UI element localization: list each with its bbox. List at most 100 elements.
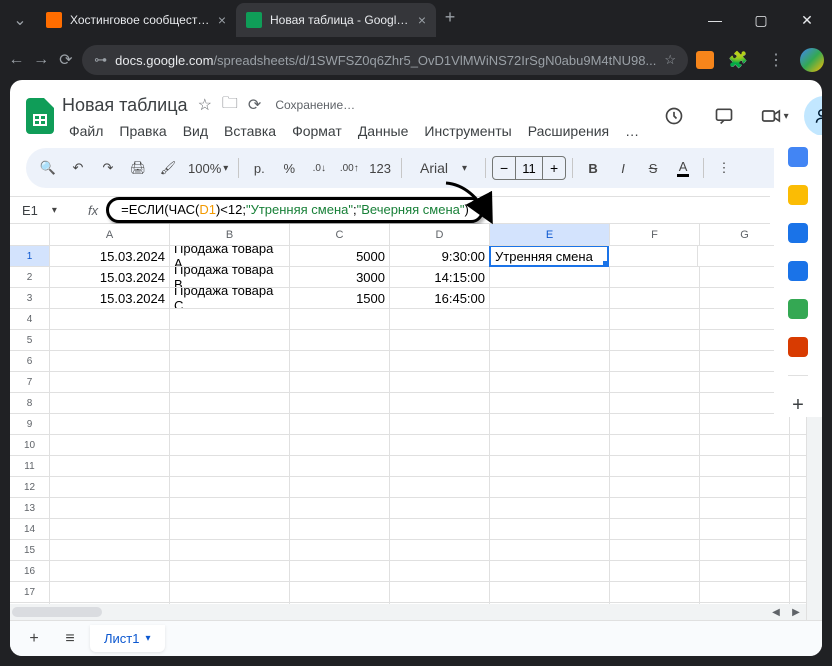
cell[interactable] (610, 498, 700, 518)
cell[interactable] (290, 561, 390, 581)
cell[interactable] (490, 393, 610, 413)
menu-extensions[interactable]: Расширения (521, 121, 616, 141)
cell[interactable]: 15.03.2024 (50, 267, 170, 287)
cell[interactable] (50, 435, 170, 455)
tasks-icon[interactable] (788, 223, 808, 243)
cell[interactable] (170, 498, 290, 518)
zoom-dropdown[interactable]: 100%▾ (184, 154, 232, 182)
office-icon[interactable] (788, 337, 808, 357)
meet-button[interactable]: ▾ (754, 96, 794, 136)
browser-tab[interactable]: Хостинговое сообщество «Tin × (36, 3, 236, 37)
cell[interactable] (490, 477, 610, 497)
scroll-right-icon[interactable]: ▶ (786, 607, 806, 618)
col-header[interactable]: D (390, 224, 490, 245)
row-header[interactable]: 4 (10, 309, 50, 329)
row-header[interactable]: 7 (10, 372, 50, 392)
menu-insert[interactable]: Вставка (217, 121, 283, 141)
close-window-button[interactable]: ✕ (790, 5, 824, 35)
row-header[interactable]: 5 (10, 330, 50, 350)
cell[interactable] (290, 393, 390, 413)
cell[interactable] (700, 456, 790, 476)
cell[interactable] (170, 414, 290, 434)
cell[interactable] (170, 519, 290, 539)
cell[interactable] (610, 267, 700, 287)
cell[interactable] (610, 351, 700, 371)
cell[interactable] (290, 498, 390, 518)
add-sheet-button[interactable]: + (18, 625, 50, 653)
cell[interactable] (390, 456, 490, 476)
row-header[interactable]: 1 (10, 246, 50, 266)
row-header[interactable]: 13 (10, 498, 50, 518)
browser-tab-active[interactable]: Новая таблица - Google Табли × (236, 3, 436, 37)
back-button[interactable]: ← (8, 46, 25, 74)
menu-data[interactable]: Данные (351, 121, 416, 141)
tabs-dropdown[interactable]: ⌄ (8, 8, 32, 32)
cell[interactable] (170, 456, 290, 476)
cell[interactable] (390, 372, 490, 392)
cell[interactable] (700, 498, 790, 518)
row-header[interactable]: 3 (10, 288, 50, 308)
browser-menu-button[interactable]: ⋮ (762, 46, 790, 74)
row-header[interactable]: 2 (10, 267, 50, 287)
cell[interactable] (50, 498, 170, 518)
cell[interactable] (50, 393, 170, 413)
reload-button[interactable]: ⟳ (57, 46, 74, 74)
row-header[interactable]: 11 (10, 456, 50, 476)
cell[interactable]: 5000 (290, 246, 390, 266)
cell[interactable] (700, 435, 790, 455)
cell[interactable] (290, 540, 390, 560)
row-header[interactable]: 14 (10, 519, 50, 539)
cell[interactable] (490, 372, 610, 392)
cell[interactable] (700, 540, 790, 560)
cell[interactable] (390, 309, 490, 329)
sheet-tab[interactable]: Лист1▾ (90, 625, 165, 652)
cell[interactable] (490, 456, 610, 476)
row-header[interactable]: 12 (10, 477, 50, 497)
cell[interactable] (170, 309, 290, 329)
cell[interactable] (290, 456, 390, 476)
cell[interactable] (390, 435, 490, 455)
number-format-dropdown[interactable]: 123 (365, 154, 395, 182)
cell[interactable] (170, 330, 290, 350)
cell[interactable] (610, 456, 700, 476)
italic-button[interactable]: I (609, 154, 637, 182)
cell[interactable] (610, 540, 700, 560)
font-size-input[interactable] (515, 157, 543, 179)
cell[interactable] (610, 519, 700, 539)
cell[interactable] (290, 372, 390, 392)
comments-button[interactable] (704, 96, 744, 136)
row-header[interactable]: 9 (10, 414, 50, 434)
cell[interactable]: Продажа товара C (170, 288, 290, 308)
menu-file[interactable]: Файл (62, 121, 110, 141)
keep-icon[interactable] (788, 185, 808, 205)
paint-format-button[interactable]: 🖌 (154, 154, 182, 182)
cell[interactable] (50, 414, 170, 434)
cell[interactable] (170, 477, 290, 497)
addons-plus-icon[interactable]: + (792, 394, 804, 417)
cell[interactable] (390, 477, 490, 497)
cell[interactable] (390, 540, 490, 560)
doc-title[interactable]: Новая таблица (62, 95, 188, 116)
more-toolbar-button[interactable]: ⋮ (710, 154, 738, 182)
cell[interactable] (608, 246, 698, 266)
cell[interactable] (50, 540, 170, 560)
cell[interactable] (390, 330, 490, 350)
cell[interactable] (50, 477, 170, 497)
cell[interactable]: 16:45:00 (390, 288, 490, 308)
cell[interactable] (490, 267, 610, 287)
cell[interactable] (490, 498, 610, 518)
name-box[interactable]: E1▾ (14, 199, 80, 221)
font-family-dropdown[interactable]: Arial▾ (408, 154, 479, 182)
undo-button[interactable]: ↶ (64, 154, 92, 182)
forward-button[interactable]: → (33, 46, 50, 74)
cell[interactable] (490, 582, 610, 602)
cell[interactable] (610, 414, 700, 434)
cell[interactable] (490, 540, 610, 560)
cell[interactable] (490, 309, 610, 329)
cell[interactable] (290, 435, 390, 455)
percent-button[interactable]: % (275, 154, 303, 182)
cell[interactable]: 15.03.2024 (50, 246, 170, 266)
cell[interactable]: 15.03.2024 (50, 288, 170, 308)
menu-view[interactable]: Вид (176, 121, 215, 141)
print-button[interactable]: 🖨 (124, 154, 152, 182)
